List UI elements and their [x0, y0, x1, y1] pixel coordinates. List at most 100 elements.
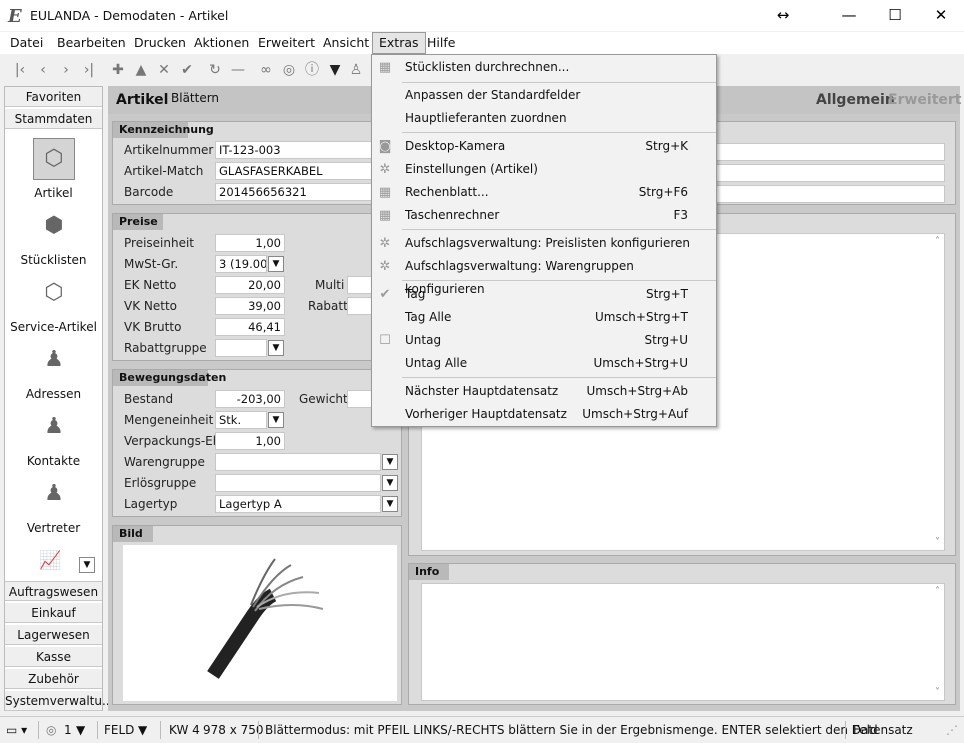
nav-item-kontakte[interactable]: ♟ Kontakte: [5, 410, 102, 476]
tab-allgemein[interactable]: Allgemein: [816, 92, 895, 108]
menu-item-vorheriger-datensatz[interactable]: Vorheriger Hauptdatensatz Umsch+Strg+Auf: [372, 403, 716, 426]
minus-icon[interactable]: —: [228, 60, 248, 80]
menu-item-rechenblatt[interactable]: ▦ Rechenblatt... Strg+F6: [372, 181, 716, 204]
up-icon[interactable]: ▲: [131, 60, 151, 80]
add-icon[interactable]: ✚: [108, 60, 128, 80]
chevron-down-icon[interactable]: ▼: [268, 340, 284, 356]
lagertyp-select[interactable]: Lagertyp A: [215, 495, 381, 513]
close-button[interactable]: ✕: [918, 0, 964, 31]
chevron-down-icon[interactable]: ▼: [382, 475, 398, 491]
warengruppe-select[interactable]: [215, 453, 381, 471]
dropdown-icon[interactable]: ▼: [325, 60, 345, 80]
info-icon[interactable]: ⓘ: [302, 60, 322, 80]
delete-icon[interactable]: ✕: [154, 60, 174, 80]
menu-item-tag-alle[interactable]: Tag Alle Umsch+Strg+T: [372, 306, 716, 329]
nav-more-dropdown[interactable]: ▼: [79, 557, 95, 573]
bestand-field[interactable]: -203,00: [215, 390, 285, 408]
resize-icon[interactable]: ↔: [760, 0, 806, 31]
section-title: Info: [409, 564, 449, 580]
nav-item-adressen[interactable]: ♟ Adressen: [5, 343, 102, 409]
menu-item-einstellungen[interactable]: ✲ Einstellungen (Artikel): [372, 158, 716, 181]
feld-button[interactable]: FELD: [104, 717, 134, 743]
erloesgruppe-select[interactable]: [215, 474, 381, 492]
nav-auftragswesen[interactable]: Auftragswesen: [5, 581, 102, 601]
vk-brutto-field[interactable]: 46,41: [215, 318, 285, 336]
menu-item-standardfelder[interactable]: Anpassen der Standardfelder: [372, 84, 716, 107]
nav-lagerwesen[interactable]: Lagerwesen: [5, 625, 102, 645]
nav-stammdaten[interactable]: Stammdaten: [5, 109, 102, 129]
product-image[interactable]: [123, 545, 397, 701]
checkmark-icon: ✔: [379, 287, 391, 302]
nav-item-vertreter[interactable]: ♟ Vertreter: [5, 477, 102, 543]
vk-netto-field[interactable]: 39,00: [215, 297, 285, 315]
first-record-icon[interactable]: |‹: [10, 60, 30, 80]
scroll-up-icon[interactable]: ˄: [935, 236, 940, 247]
menu-hilfe[interactable]: Hilfe: [421, 32, 461, 54]
page-mode: Blättern: [171, 91, 220, 105]
menu-item-untag-alle[interactable]: Untag Alle Umsch+Strg+U: [372, 352, 716, 375]
layout-icon[interactable]: ▭ ▾: [6, 717, 27, 743]
menu-item-taschenrechner[interactable]: ▦ Taschenrechner F3: [372, 204, 716, 227]
chevron-down-icon[interactable]: ▼: [382, 496, 398, 512]
title-bar: E EULANDA - Demodaten - Artikel ↔ — ☐ ✕: [0, 0, 964, 31]
menu-ansicht[interactable]: Ansicht: [317, 32, 375, 54]
window-size: 978 x 750: [203, 723, 264, 737]
verpackungseinheit-field[interactable]: 1,00: [215, 432, 285, 450]
last-record-icon[interactable]: ›|: [79, 60, 99, 80]
menu-drucken[interactable]: Drucken: [128, 32, 192, 54]
mengeneinheit-select[interactable]: Stk.: [215, 411, 267, 429]
resize-grip-icon[interactable]: ⋰: [946, 717, 958, 743]
menu-item-stuecklisten-durchrechnen[interactable]: ▦ Stücklisten durchrechnen...: [372, 56, 716, 79]
chart-icon[interactable]: 📈: [39, 550, 69, 574]
counter-value: 1: [64, 723, 72, 737]
menu-item-tag[interactable]: ✔ Tag Strg+T: [372, 283, 716, 306]
nav-systemverwaltung[interactable]: Systemverwaltu...: [5, 691, 113, 711]
status-bar: ▭ ▾ ◎ 1 ▼ FELD ▼ KW 4 978 x 750 Blätterm…: [0, 716, 964, 743]
menu-item-naechster-datensatz[interactable]: Nächster Hauptdatensatz Umsch+Strg+Ab: [372, 380, 716, 403]
info-textarea[interactable]: ˄ ˅: [421, 583, 945, 701]
menu-bearbeiten[interactable]: Bearbeiten: [51, 32, 132, 54]
menu-item-desktop-kamera[interactable]: ◙ Desktop-Kamera Strg+K: [372, 135, 716, 158]
confirm-icon[interactable]: ✔: [177, 60, 197, 80]
rabattgruppe-select[interactable]: [215, 339, 267, 357]
extra-field-1[interactable]: [715, 143, 945, 161]
extra-field-2[interactable]: [715, 164, 945, 182]
scroll-down-icon[interactable]: ˅: [935, 537, 940, 548]
scroll-down-icon[interactable]: ˅: [935, 687, 940, 698]
mwst-select[interactable]: 3 (19.00%): [215, 255, 267, 273]
nav-item-stuecklisten[interactable]: ⬢ Stücklisten: [5, 209, 102, 275]
menu-item-preislisten[interactable]: ✲ Aufschlagsverwaltung: Preislisten konfi…: [372, 232, 716, 255]
chevron-down-icon[interactable]: ▼: [138, 717, 147, 743]
nav-zubehoer[interactable]: Zubehör: [5, 669, 102, 689]
chevron-down-icon[interactable]: ▼: [76, 717, 85, 743]
scroll-up-icon[interactable]: ˄: [935, 586, 940, 597]
menu-item-untag[interactable]: ☐ Untag Strg+U: [372, 329, 716, 352]
nav-item-service-artikel[interactable]: ⬡ Service-Artikel: [5, 276, 102, 342]
refresh-icon[interactable]: ↻: [205, 60, 225, 80]
menu-erweitert[interactable]: Erweitert: [252, 32, 321, 54]
nav-einkauf[interactable]: Einkauf: [5, 603, 102, 623]
nav-item-artikel[interactable]: ⬡ Artikel: [5, 142, 102, 208]
menu-extras[interactable]: Extras: [372, 32, 426, 54]
preiseinheit-field[interactable]: 1,00: [215, 234, 285, 252]
person-icon[interactable]: ♙: [346, 60, 366, 80]
nav-kasse[interactable]: Kasse: [5, 647, 102, 667]
ek-netto-field[interactable]: 20,00: [215, 276, 285, 294]
menu-item-hauptlieferanten[interactable]: Hauptlieferanten zuordnen: [372, 107, 716, 130]
prev-record-icon[interactable]: ‹: [33, 60, 53, 80]
tab-erweitert[interactable]: Erweitert: [888, 92, 961, 108]
chevron-down-icon[interactable]: ▼: [268, 412, 284, 428]
chevron-down-icon[interactable]: ▼: [382, 454, 398, 470]
chevron-down-icon[interactable]: ▼: [268, 256, 284, 272]
extra-field-3[interactable]: [715, 185, 945, 203]
menu-item-warengruppen[interactable]: ✲ Aufschlagsverwaltung: Warengruppen konf…: [372, 255, 716, 296]
menu-aktionen[interactable]: Aktionen: [188, 32, 255, 54]
minimize-button[interactable]: —: [826, 0, 872, 31]
menu-datei[interactable]: Datei: [4, 32, 49, 54]
target-icon[interactable]: ◎: [279, 60, 299, 80]
nav-favoriten[interactable]: Favoriten: [5, 87, 102, 107]
page-title: Artikel: [116, 92, 169, 108]
next-record-icon[interactable]: ›: [56, 60, 76, 80]
maximize-button[interactable]: ☐: [872, 0, 918, 31]
binoculars-icon[interactable]: ∞: [256, 60, 276, 80]
